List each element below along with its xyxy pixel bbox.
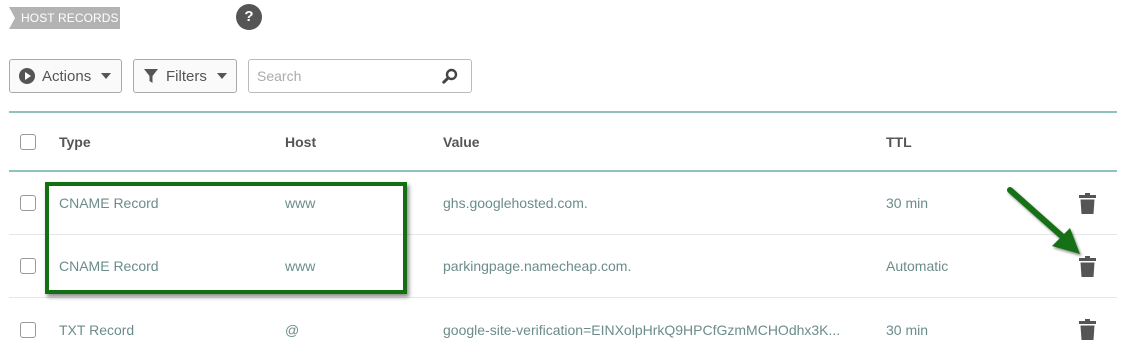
record-ttl[interactable]: Automatic bbox=[886, 235, 948, 297]
select-all-checkbox[interactable] bbox=[20, 133, 36, 150]
record-value[interactable]: google-site-verification=EINXolpHrkQ9HPC… bbox=[443, 298, 840, 359]
record-ttl[interactable]: 30 min bbox=[886, 172, 928, 234]
filter-icon bbox=[143, 68, 159, 84]
table-header: Type Host Value TTL bbox=[9, 111, 1117, 172]
record-type[interactable]: CNAME Record bbox=[59, 172, 159, 234]
header-type[interactable]: Type bbox=[59, 113, 91, 170]
trash-icon[interactable] bbox=[1079, 192, 1096, 214]
row-checkbox[interactable] bbox=[20, 321, 36, 338]
filters-button[interactable]: Filters bbox=[133, 59, 237, 93]
host-records-table: Type Host Value TTL CNAME Record www ghs… bbox=[9, 111, 1117, 359]
row-checkbox[interactable] bbox=[20, 258, 36, 274]
table-row: TXT Record @ google-site-verification=EI… bbox=[9, 298, 1117, 359]
header-ttl[interactable]: TTL bbox=[886, 113, 912, 170]
row-checkbox[interactable] bbox=[20, 195, 36, 211]
help-icon[interactable]: ? bbox=[236, 4, 262, 30]
record-host[interactable]: www bbox=[285, 172, 315, 234]
record-value[interactable]: ghs.googlehosted.com. bbox=[443, 172, 588, 234]
actions-button[interactable]: Actions bbox=[9, 59, 122, 93]
record-type[interactable]: TXT Record bbox=[59, 298, 134, 359]
search-box bbox=[248, 59, 472, 93]
record-value[interactable]: parkingpage.namecheap.com. bbox=[443, 235, 631, 297]
record-host[interactable]: www bbox=[285, 235, 315, 297]
record-type[interactable]: CNAME Record bbox=[59, 235, 159, 297]
filters-label: Filters bbox=[166, 67, 207, 85]
chevron-down-icon bbox=[101, 73, 112, 79]
header-value[interactable]: Value bbox=[443, 113, 480, 170]
record-ttl[interactable]: 30 min bbox=[886, 298, 928, 359]
search-icon[interactable] bbox=[442, 68, 458, 84]
chevron-down-icon bbox=[216, 73, 227, 79]
search-input[interactable] bbox=[249, 60, 429, 92]
trash-icon[interactable] bbox=[1079, 319, 1096, 340]
table-row: CNAME Record www ghs.googlehosted.com. 3… bbox=[9, 172, 1117, 235]
actions-label: Actions bbox=[42, 67, 92, 85]
trash-icon[interactable] bbox=[1079, 255, 1096, 277]
section-title: HOST RECORDS bbox=[9, 7, 120, 29]
record-host[interactable]: @ bbox=[285, 298, 299, 359]
play-circle-icon bbox=[19, 68, 35, 84]
header-host[interactable]: Host bbox=[285, 113, 316, 170]
table-row: CNAME Record www parkingpage.namecheap.c… bbox=[9, 235, 1117, 298]
